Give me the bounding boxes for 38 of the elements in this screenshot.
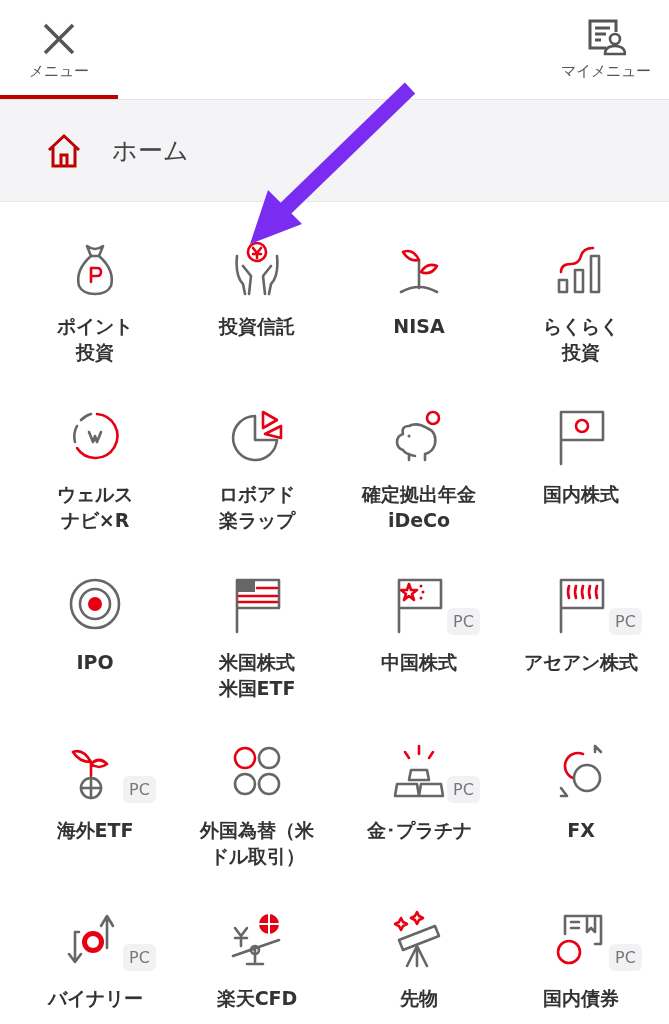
- menu-item-label[interactable]: アセアン株式: [524, 650, 638, 676]
- menu-item-label[interactable]: 外国為替（米: [200, 818, 314, 844]
- menu-item-label[interactable]: 先物: [400, 986, 438, 1012]
- menu-item-label[interactable]: ロボアド: [219, 482, 295, 508]
- menu-item-label[interactable]: 投資: [76, 339, 114, 366]
- menu-item-label[interactable]: 中国株式: [381, 650, 457, 676]
- pc-badge: PC: [447, 776, 480, 803]
- menu-item-label[interactable]: iDeCo: [387, 507, 451, 534]
- pc-badge: PC: [123, 776, 156, 803]
- profile-document-icon: [586, 18, 626, 56]
- menu-item-label[interactable]: IPO: [76, 650, 114, 676]
- menu-item-label[interactable]: 確定拠出年金: [362, 482, 476, 508]
- menu-item-label[interactable]: FX: [567, 818, 595, 844]
- menu-item-label[interactable]: 米国ETF: [218, 675, 296, 702]
- menu-tab[interactable]: マイメニュー: [543, 0, 669, 99]
- pc-badge: PC: [609, 608, 642, 635]
- menu-item-label[interactable]: 投資信託: [219, 314, 295, 340]
- pc-badge: PC: [123, 944, 156, 971]
- menu-item-label[interactable]: NISA: [393, 314, 445, 340]
- close-icon: [42, 22, 76, 56]
- home-link[interactable]: ホーム: [112, 134, 189, 167]
- menu-item-label[interactable]: 金･プラチナ: [366, 818, 472, 844]
- menu-item-label[interactable]: らくらく: [543, 314, 619, 340]
- menu-item-label[interactable]: 国内株式: [543, 482, 619, 508]
- menu-item-label[interactable]: 楽天CFD: [216, 986, 298, 1012]
- home-icon: [46, 132, 82, 169]
- menu-item-label[interactable]: 米国株式: [219, 650, 295, 676]
- menu-item-label[interactable]: ドル取引）: [209, 843, 305, 870]
- menu-item-label[interactable]: バイナリー: [47, 986, 143, 1012]
- pc-badge: PC: [447, 608, 480, 635]
- menu-item-label[interactable]: 国内債券: [543, 986, 619, 1012]
- menu-item-label[interactable]: ポイント: [57, 314, 133, 340]
- menu-item-label[interactable]: 海外ETF: [56, 818, 134, 844]
- menu-item-label[interactable]: ナビ×R: [60, 507, 130, 534]
- pc-badge: PC: [609, 944, 642, 971]
- menu-item-label[interactable]: ウェルス: [57, 482, 133, 508]
- menu-item-label[interactable]: 楽ラップ: [219, 507, 295, 534]
- menu-item-label[interactable]: 投資: [562, 339, 600, 366]
